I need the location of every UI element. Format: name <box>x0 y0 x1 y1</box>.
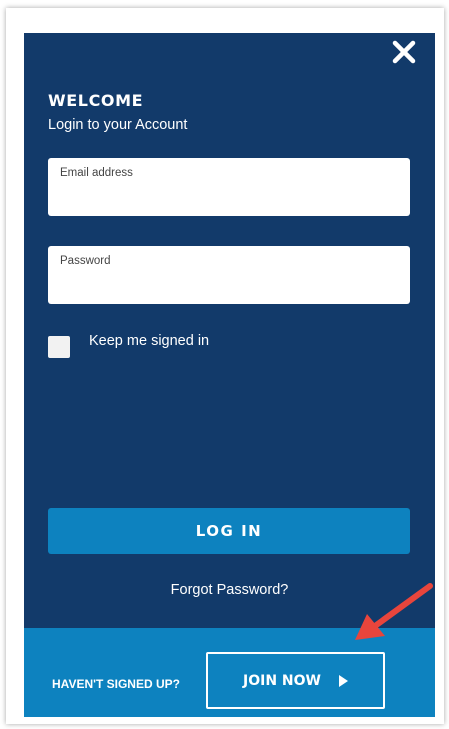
welcome-title: WELCOME <box>48 91 144 110</box>
login-panel: WELCOME Login to your Account Email addr… <box>24 33 435 628</box>
close-icon[interactable] <box>391 39 417 65</box>
signup-prompt: HAVEN'T SIGNED UP? <box>52 677 180 691</box>
keep-signed-in[interactable]: Keep me signed in <box>48 333 210 358</box>
red-arrow-icon <box>355 583 433 640</box>
join-now-button[interactable]: JOIN NOW <box>206 652 385 709</box>
password-input[interactable] <box>60 272 396 296</box>
login-subtitle: Login to your Account <box>48 117 188 133</box>
keep-signed-in-label: Keep me signed in <box>89 333 210 349</box>
email-label: Email address <box>60 167 133 179</box>
password-field[interactable]: Password <box>48 246 410 304</box>
login-button[interactable]: LOG IN <box>48 508 410 554</box>
join-now-label: JOIN NOW <box>243 672 321 689</box>
play-triangle-icon <box>338 674 348 687</box>
email-field[interactable]: Email address <box>48 158 410 216</box>
keep-signed-in-checkbox[interactable] <box>48 336 70 358</box>
email-input[interactable] <box>60 184 396 208</box>
password-label: Password <box>60 255 111 267</box>
